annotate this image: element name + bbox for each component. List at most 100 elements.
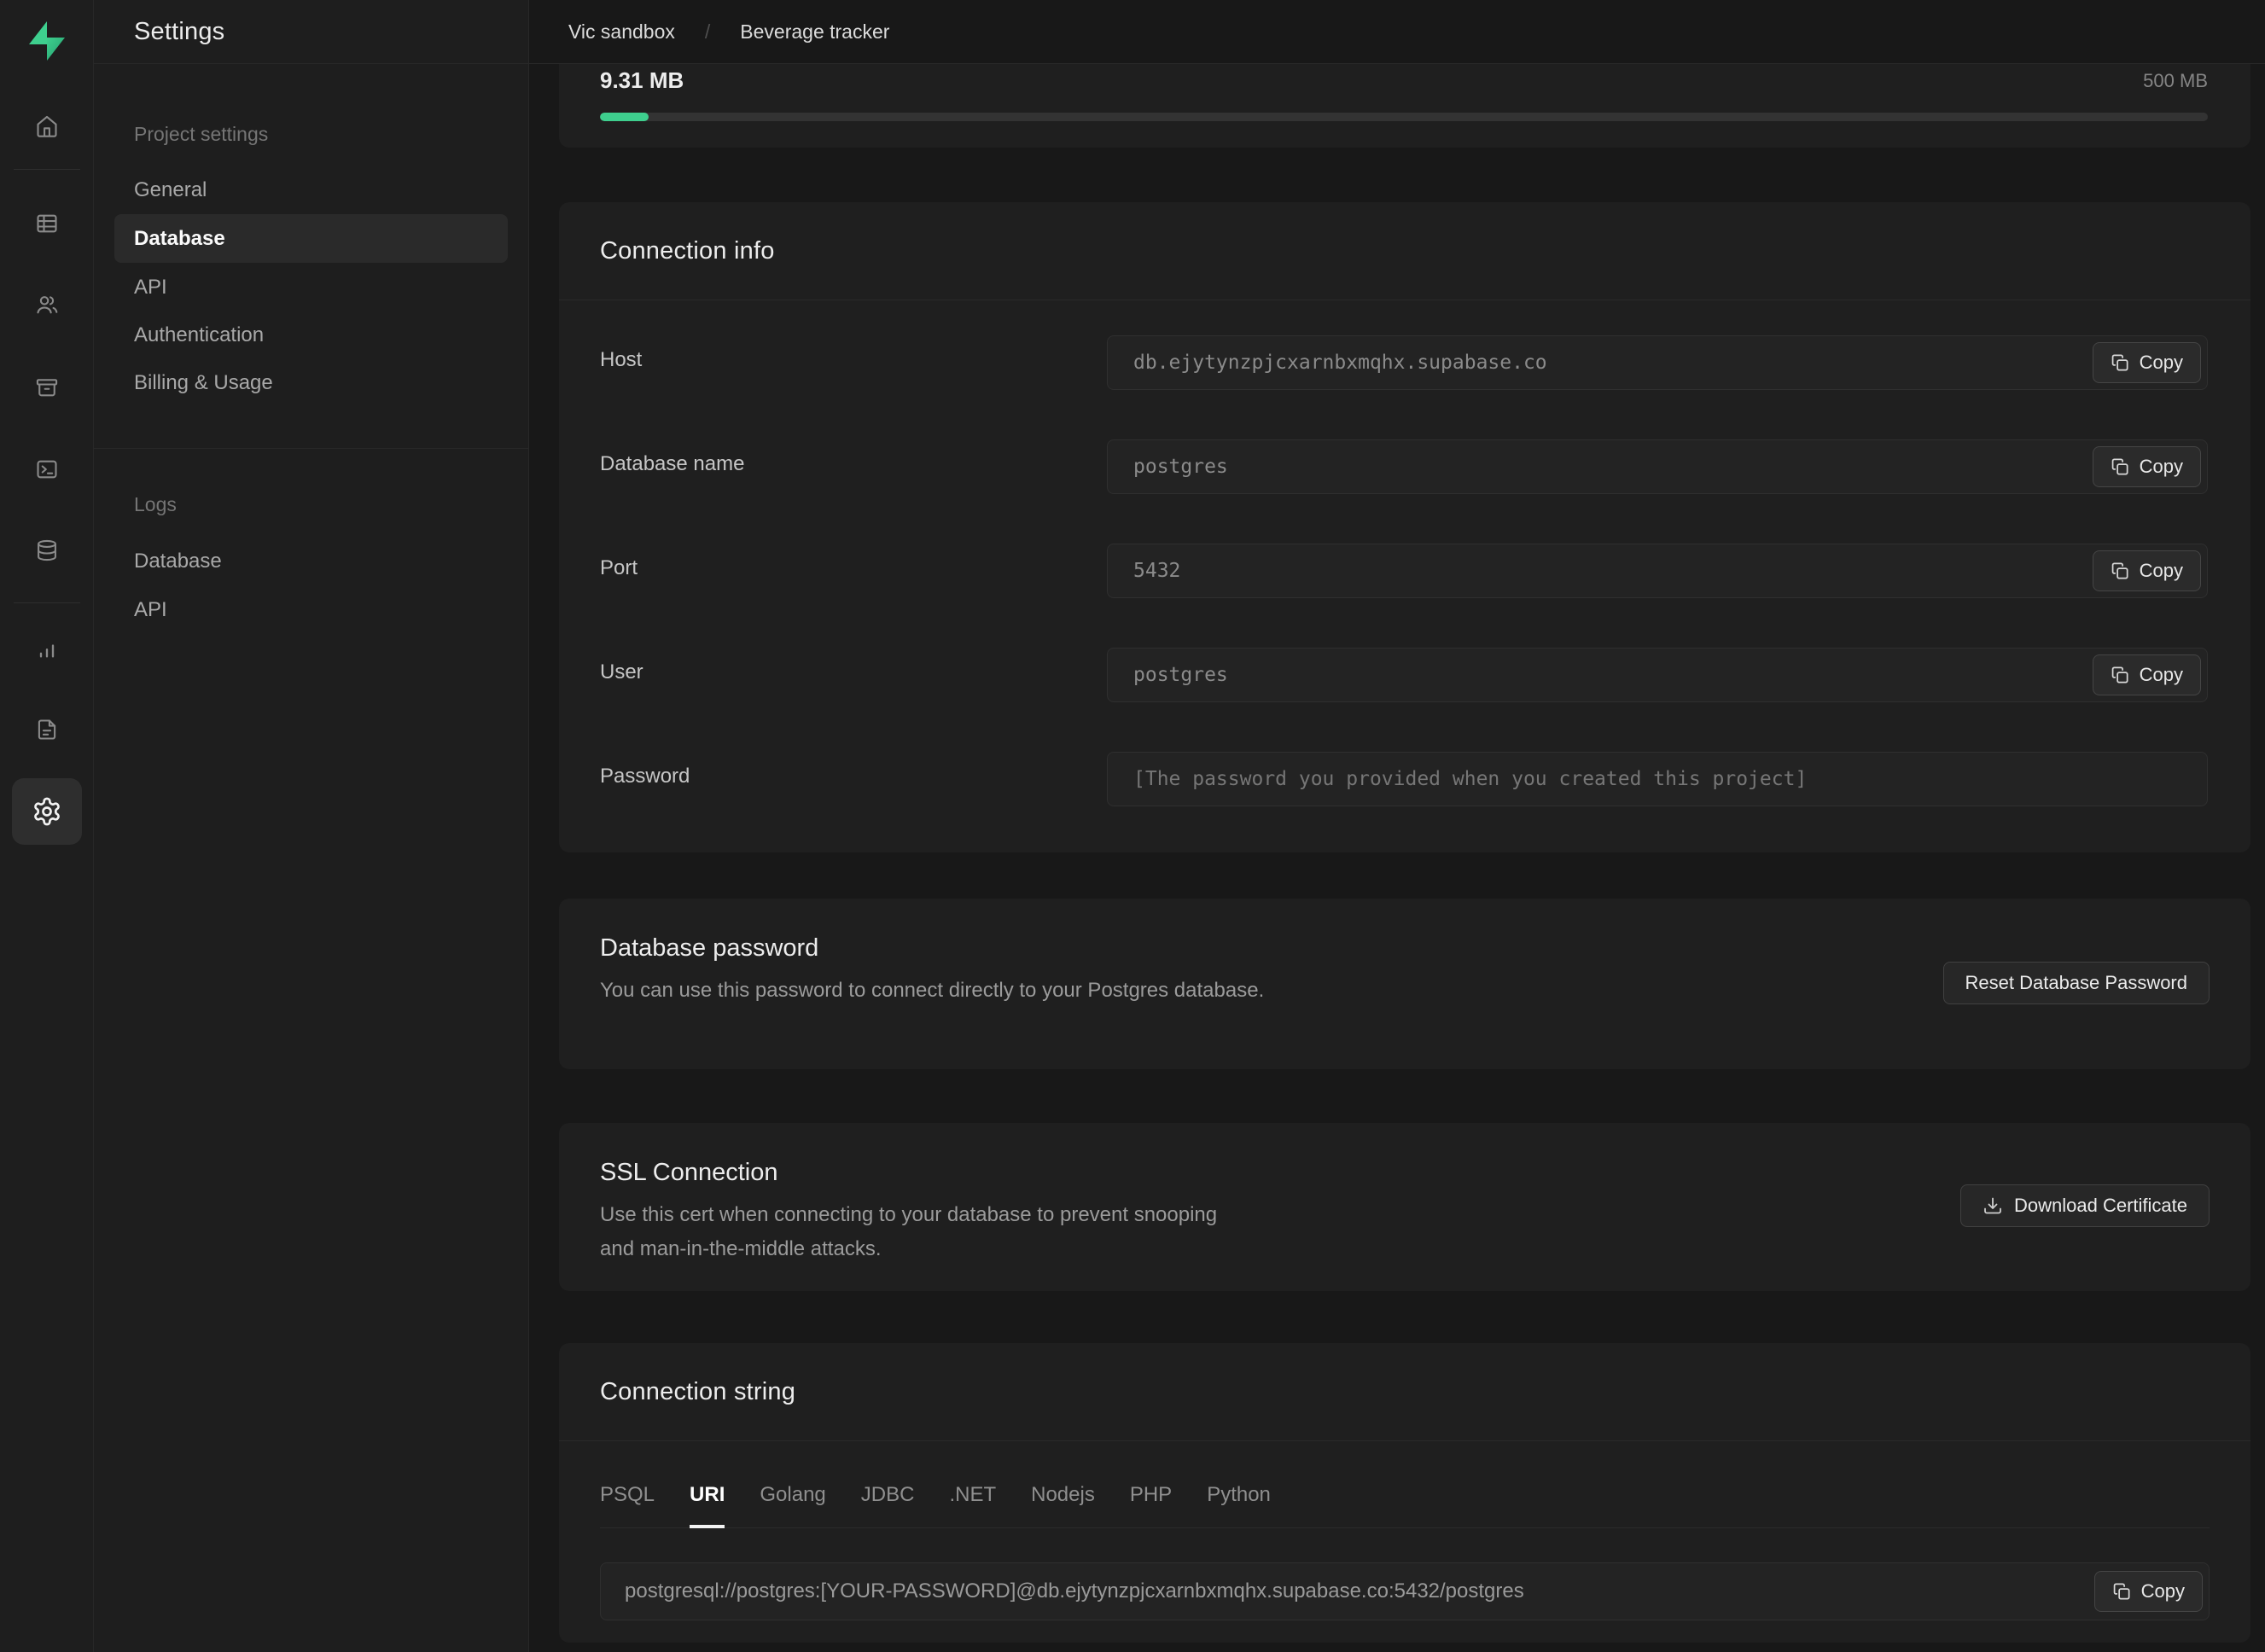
- reset-database-password-button[interactable]: Reset Database Password: [1943, 962, 2210, 1004]
- host-field: db.ejytynzpjcxarnbxmqhx.supabase.co Copy: [1107, 335, 2208, 390]
- sidebar-divider: [94, 448, 528, 449]
- sidebar-item-general[interactable]: General: [114, 166, 508, 214]
- tab-golang[interactable]: Golang: [760, 1483, 825, 1528]
- tab-nodejs[interactable]: Nodejs: [1031, 1483, 1095, 1528]
- tab-dotnet[interactable]: .NET: [949, 1483, 996, 1528]
- database-usage-card: 9.31 MB 500 MB: [559, 64, 2250, 148]
- sidebar-title: Settings: [134, 18, 224, 46]
- user-row: User postgres Copy: [600, 648, 2208, 702]
- sidebar-item-logs-api[interactable]: API: [114, 585, 508, 634]
- copy-label: Copy: [2141, 1580, 2185, 1603]
- supabase-logo-icon[interactable]: [26, 20, 67, 61]
- tab-uri[interactable]: URI: [690, 1483, 725, 1528]
- port-row: Port 5432 Copy: [600, 544, 2208, 598]
- sidebar-item-billing-usage[interactable]: Billing & Usage: [114, 358, 508, 407]
- ssl-connection-description: Use this cert when connecting to your da…: [600, 1198, 1223, 1266]
- main-column: Vic sandbox / Beverage tracker 9.31 MB 5…: [529, 0, 2265, 1652]
- settings-scroll-area[interactable]: 9.31 MB 500 MB Connection info Host: [529, 64, 2265, 1652]
- connection-info-header: Connection info: [559, 202, 2250, 300]
- copy-label: Copy: [2140, 560, 2183, 582]
- copy-icon: [2111, 353, 2130, 373]
- ssl-connection-title: SSL Connection: [600, 1159, 1223, 1187]
- database-password-card: Database password You can use this passw…: [559, 899, 2250, 1069]
- sidebar-header: Settings: [94, 0, 528, 64]
- port-value: 5432: [1133, 560, 1180, 582]
- host-row: Host db.ejytynzpjcxarnbxmqhx.supabase.co…: [600, 335, 2208, 390]
- home-icon[interactable]: [35, 114, 59, 138]
- usage-progress-bar: [600, 113, 2208, 121]
- sql-editor-icon[interactable]: [35, 457, 59, 481]
- password-row: Password [The password you provided when…: [600, 752, 2208, 806]
- download-certificate-label: Download Certificate: [2014, 1195, 2187, 1217]
- download-icon: [1983, 1195, 2003, 1216]
- connection-string-value: postgresql://postgres:[YOUR-PASSWORD]@db…: [625, 1579, 1524, 1603]
- rail-divider: [14, 169, 80, 170]
- database-password-title: Database password: [600, 934, 1264, 963]
- connection-string-tabs: PSQL URI Golang JDBC .NET Nodejs PHP Pyt…: [600, 1441, 2210, 1528]
- icon-rail: [0, 0, 94, 1652]
- copy-icon: [2111, 457, 2130, 477]
- copy-icon: [2111, 666, 2130, 685]
- sidebar-item-logs-database[interactable]: Database: [114, 537, 508, 585]
- tab-psql[interactable]: PSQL: [600, 1483, 655, 1528]
- copy-label: Copy: [2140, 664, 2183, 686]
- tab-php[interactable]: PHP: [1130, 1483, 1172, 1528]
- connection-string-field: postgresql://postgres:[YOUR-PASSWORD]@db…: [600, 1562, 2210, 1620]
- user-field: postgres Copy: [1107, 648, 2208, 702]
- copy-label: Copy: [2140, 456, 2183, 478]
- authentication-users-icon[interactable]: [35, 293, 59, 317]
- settings-sidebar: Settings Project settings General Databa…: [94, 0, 529, 1652]
- host-value: db.ejytynzpjcxarnbxmqhx.supabase.co: [1133, 352, 1547, 374]
- port-field: 5432 Copy: [1107, 544, 2208, 598]
- database-password-description: You can use this password to connect dir…: [600, 974, 1264, 1008]
- copy-host-button[interactable]: Copy: [2093, 342, 2201, 383]
- copy-user-button[interactable]: Copy: [2093, 654, 2201, 695]
- database-name-field: postgres Copy: [1107, 439, 2208, 494]
- sidebar-item-api[interactable]: API: [114, 263, 508, 311]
- usage-values-row: 9.31 MB 500 MB: [600, 67, 2208, 94]
- ssl-connection-text: SSL Connection Use this cert when connec…: [600, 1123, 1223, 1291]
- section-header-logs: Logs: [134, 493, 177, 516]
- settings-gear-icon[interactable]: [12, 778, 82, 845]
- database-icon[interactable]: [35, 538, 59, 562]
- database-name-label: Database name: [600, 439, 1107, 494]
- copy-connection-string-button[interactable]: Copy: [2094, 1571, 2203, 1612]
- database-name-row: Database name postgres Copy: [600, 439, 2208, 494]
- password-placeholder: [The password you provided when you crea…: [1133, 768, 1807, 790]
- breadcrumb-page: Beverage tracker: [740, 20, 889, 44]
- table-editor-icon[interactable]: [35, 212, 59, 236]
- user-value: postgres: [1133, 664, 1228, 686]
- storage-icon[interactable]: [35, 375, 59, 399]
- password-field: [The password you provided when you crea…: [1107, 752, 2208, 806]
- port-label: Port: [600, 544, 1107, 598]
- copy-label: Copy: [2140, 352, 2183, 374]
- breadcrumb: Vic sandbox / Beverage tracker: [529, 0, 2265, 64]
- copy-port-button[interactable]: Copy: [2093, 550, 2201, 591]
- database-name-value: postgres: [1133, 456, 1228, 478]
- reports-chart-icon[interactable]: [35, 637, 59, 660]
- settings-content: 9.31 MB 500 MB Connection info Host: [529, 64, 2265, 1643]
- database-password-text: Database password You can use this passw…: [600, 899, 1264, 1069]
- usage-used-value: 9.31 MB: [600, 67, 684, 94]
- connection-string-title: Connection string: [600, 1378, 795, 1406]
- host-label: Host: [600, 335, 1107, 390]
- sidebar-item-database[interactable]: Database: [114, 214, 508, 263]
- section-header-project-settings: Project settings: [134, 123, 268, 146]
- user-label: User: [600, 648, 1107, 702]
- reset-database-password-label: Reset Database Password: [1965, 972, 2187, 994]
- tab-python[interactable]: Python: [1207, 1483, 1271, 1528]
- password-label: Password: [600, 752, 1107, 806]
- connection-string-card: Connection string PSQL URI Golang JDBC .…: [559, 1343, 2250, 1643]
- copy-icon: [2112, 1582, 2132, 1602]
- sidebar-item-authentication[interactable]: Authentication: [114, 311, 508, 359]
- connection-info-card: Connection info Host db.ejytynzpjcxarnbx…: [559, 202, 2250, 852]
- copy-database-name-button[interactable]: Copy: [2093, 446, 2201, 487]
- breadcrumb-project[interactable]: Vic sandbox: [568, 20, 675, 44]
- breadcrumb-separator: /: [705, 20, 710, 44]
- tab-jdbc[interactable]: JDBC: [861, 1483, 915, 1528]
- connection-info-title: Connection info: [600, 237, 775, 265]
- copy-icon: [2111, 561, 2130, 581]
- download-certificate-button[interactable]: Download Certificate: [1960, 1184, 2210, 1227]
- rail-divider: [14, 602, 80, 603]
- logs-docs-icon[interactable]: [35, 718, 59, 742]
